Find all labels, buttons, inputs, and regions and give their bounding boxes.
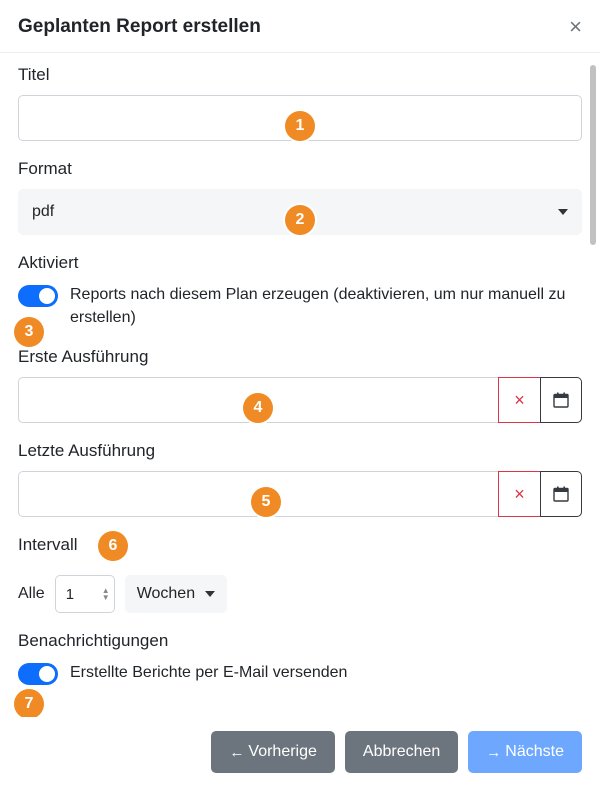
arrow-right-icon: → xyxy=(486,744,501,761)
activated-toggle[interactable] xyxy=(18,285,58,307)
interval-unit-value: Wochen xyxy=(137,585,195,603)
annotation-badge-5: 5 xyxy=(251,487,281,517)
annotation-badge-6: 6 xyxy=(98,531,128,561)
quantity-stepper: ▲ ▼ xyxy=(102,587,110,601)
annotation-badge-7: 7 xyxy=(14,689,44,717)
interval-number-input[interactable]: 1 ▲ ▼ xyxy=(55,575,115,613)
activated-description: Reports nach diesem Plan erzeugen (deakt… xyxy=(70,283,582,329)
notifications-description: Erstellte Berichte per E-Mail versenden xyxy=(70,661,347,684)
next-button[interactable]: → Nächste xyxy=(468,731,582,773)
format-selected-value: pdf xyxy=(32,203,54,221)
modal-dialog: Geplanten Report erstellen × Titel 1 For… xyxy=(0,0,600,791)
modal-footer: ← Vorherige Abbrechen → Nächste xyxy=(0,717,600,791)
annotation-badge-4: 4 xyxy=(243,393,273,423)
field-interval-label: Intervall xyxy=(18,535,78,555)
stepper-down-icon[interactable]: ▼ xyxy=(102,594,110,601)
last-run-calendar-button[interactable] xyxy=(540,471,582,517)
field-first-run: Erste Ausführung × 4 xyxy=(18,347,582,423)
field-format-label: Format xyxy=(18,159,582,179)
scrollbar-thumb[interactable] xyxy=(590,65,596,245)
calendar-icon xyxy=(553,486,569,502)
interval-prefix: Alle xyxy=(18,585,45,603)
field-notifications: Benachrichtigungen Erstellte Berichte pe… xyxy=(18,631,582,685)
next-button-label: Nächste xyxy=(505,743,564,761)
interval-value: 1 xyxy=(66,586,74,603)
chevron-down-icon xyxy=(205,591,215,597)
first-run-calendar-button[interactable] xyxy=(540,377,582,423)
field-format: Format pdf 2 xyxy=(18,159,582,235)
previous-button[interactable]: ← Vorherige xyxy=(211,731,335,773)
modal-header: Geplanten Report erstellen × xyxy=(0,0,600,53)
arrow-left-icon: ← xyxy=(229,744,244,761)
field-notifications-label: Benachrichtigungen xyxy=(18,631,582,651)
field-interval: Intervall 6 Alle 1 ▲ ▼ Wochen xyxy=(18,535,582,613)
notifications-toggle[interactable] xyxy=(18,663,58,685)
annotation-badge-1: 1 xyxy=(285,111,315,141)
chevron-down-icon xyxy=(558,209,568,215)
annotation-badge-2: 2 xyxy=(285,205,315,235)
field-title: Titel 1 xyxy=(18,65,582,141)
first-run-clear-button[interactable]: × xyxy=(498,377,540,423)
last-run-clear-button[interactable]: × xyxy=(498,471,540,517)
field-first-run-label: Erste Ausführung xyxy=(18,347,582,367)
field-last-run-label: Letzte Ausführung xyxy=(18,441,582,461)
close-icon: × xyxy=(514,390,525,411)
annotation-badge-3: 3 xyxy=(14,317,44,347)
close-icon: × xyxy=(514,484,525,505)
modal-title: Geplanten Report erstellen xyxy=(18,16,261,38)
cancel-button-label: Abbrechen xyxy=(363,743,440,761)
modal-body: Titel 1 Format pdf 2 Aktiviert Reports n… xyxy=(0,53,600,717)
cancel-button[interactable]: Abbrechen xyxy=(345,731,458,773)
field-activated-label: Aktiviert xyxy=(18,253,582,273)
previous-button-label: Vorherige xyxy=(248,743,317,761)
field-title-label: Titel xyxy=(18,65,582,85)
close-button[interactable]: × xyxy=(569,16,582,38)
field-last-run: Letzte Ausführung × 5 xyxy=(18,441,582,517)
interval-unit-select[interactable]: Wochen xyxy=(125,575,227,613)
field-activated: Aktiviert Reports nach diesem Plan erzeu… xyxy=(18,253,582,329)
calendar-icon xyxy=(553,392,569,408)
